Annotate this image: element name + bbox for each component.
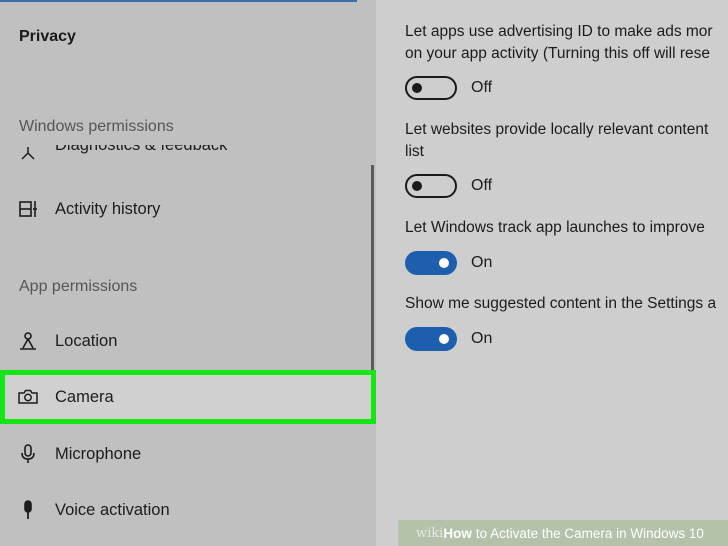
watermark-title: to Activate the Camera in Windows 10 <box>475 525 704 541</box>
sidebar-item-microphone[interactable]: Microphone <box>0 434 376 474</box>
camera-icon <box>17 386 39 408</box>
sidebar-item-label: Location <box>55 331 118 350</box>
track-app-launches-toggle-state: On <box>471 254 493 271</box>
toggle-knob <box>412 181 422 191</box>
location-icon <box>17 330 39 352</box>
app-permissions-header: App permissions <box>19 278 138 295</box>
sidebar: Privacy Windows permissions Diagnostics … <box>0 0 376 546</box>
watermark-brand: wiki <box>416 525 444 541</box>
suggested-content-toggle[interactable] <box>405 327 457 351</box>
watermark-how: How <box>443 525 472 541</box>
websites-toggle-state: Off <box>471 177 493 194</box>
toggle-knob <box>412 83 422 93</box>
toggle-knob <box>439 258 449 268</box>
windows-permissions-header: Windows permissions <box>19 118 174 135</box>
advertising-id-toggle[interactable] <box>405 76 457 100</box>
sidebar-item-location[interactable]: Location <box>0 321 376 361</box>
sidebar-item-diagnostics[interactable]: Diagnostics & feedback <box>0 145 376 163</box>
setting-text-line: Let websites provide locally relevant co… <box>405 121 709 138</box>
setting-text-line: Show me suggested content in the Setting… <box>405 295 717 312</box>
diagnostics-icon <box>17 145 39 163</box>
top-accent-bar <box>0 0 357 2</box>
sidebar-item-label: Camera <box>55 387 114 406</box>
sidebar-item-activity-history[interactable]: Activity history <box>0 189 376 229</box>
setting-suggested-content-text: Show me suggested content in the Setting… <box>405 293 716 315</box>
settings-panel: Let apps use advertising ID to make ads … <box>376 0 728 546</box>
websites-toggle[interactable] <box>405 174 457 198</box>
wikihow-watermark: wiki How to Activate the Camera in Windows… <box>398 520 728 546</box>
setting-text-line: Let Windows track app launches to improv… <box>405 219 705 236</box>
sidebar-item-voice-activation[interactable]: Voice activation <box>0 490 376 530</box>
microphone-icon <box>17 443 39 465</box>
setting-text-line: on your app activity (Turning this off w… <box>405 45 710 62</box>
track-app-launches-toggle[interactable] <box>405 251 457 275</box>
setting-advertising-id-text: Let apps use advertising ID to make ads … <box>405 21 713 65</box>
toggle-knob <box>439 334 449 344</box>
sidebar-item-camera[interactable]: Camera <box>0 377 376 417</box>
setting-track-app-launches-text: Let Windows track app launches to improv… <box>405 217 705 239</box>
sidebar-item-label: Voice activation <box>55 500 170 519</box>
sidebar-item-label: Microphone <box>55 444 142 463</box>
suggested-content-toggle-state: On <box>471 330 493 347</box>
setting-text-line: list <box>405 143 424 160</box>
advertising-id-toggle-state: Off <box>471 79 493 96</box>
page-title: Privacy <box>19 28 76 45</box>
sidebar-item-label: Diagnostics & feedback <box>55 145 228 154</box>
activity-history-icon <box>17 198 39 220</box>
setting-text-line: Let apps use advertising ID to make ads … <box>405 23 713 40</box>
voice-activation-icon <box>17 499 39 521</box>
sidebar-scrollbar[interactable] <box>371 165 374 370</box>
sidebar-item-label: Activity history <box>55 199 161 218</box>
setting-websites-text: Let websites provide locally relevant co… <box>405 119 708 163</box>
